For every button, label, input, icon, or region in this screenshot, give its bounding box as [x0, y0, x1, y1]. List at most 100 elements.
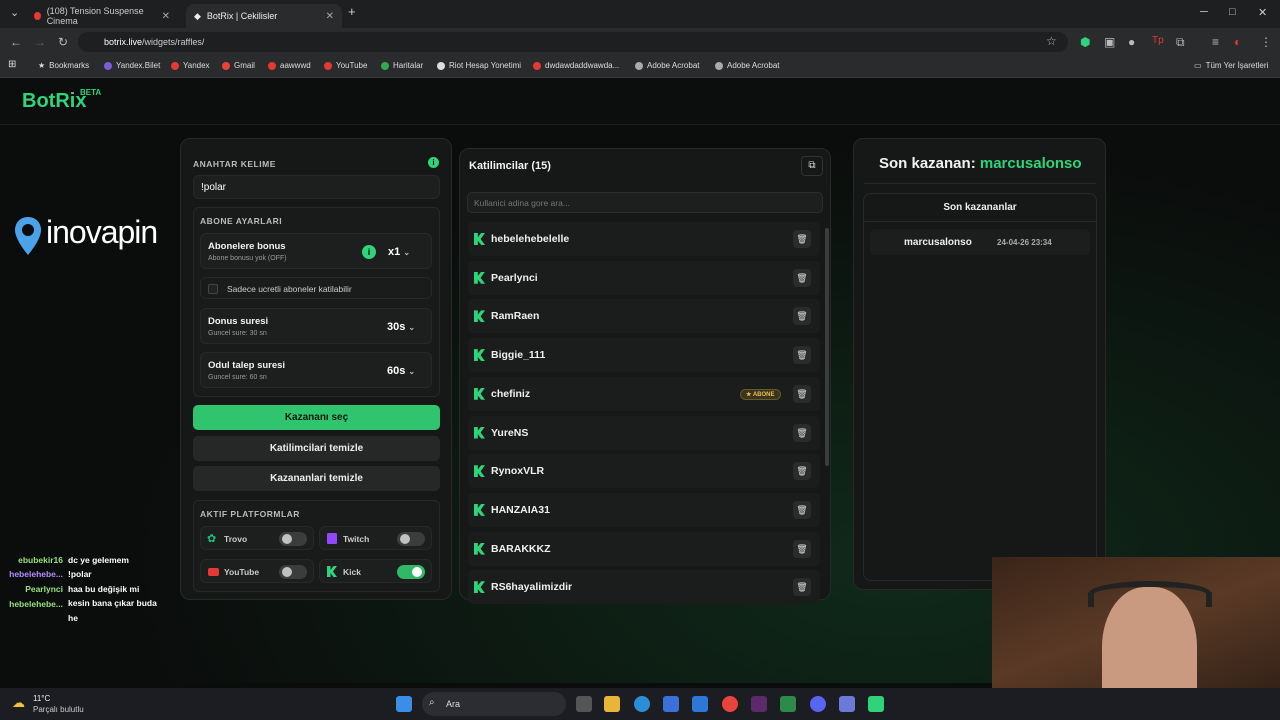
trash-icon[interactable]: 🗑 [793, 307, 811, 326]
twitch-toggle[interactable] [397, 532, 425, 546]
kick-toggle[interactable] [397, 565, 425, 579]
clear-participants-button[interactable]: Katilimcilari temizle [193, 436, 440, 461]
platform-name: Trovo [224, 534, 248, 544]
back-icon[interactable]: ← [10, 35, 22, 49]
bookmark-item[interactable]: Adobe Acrobat [715, 61, 779, 70]
sub-bonus-value: x1 [388, 246, 401, 258]
tab-list-icon[interactable]: ⌄ [10, 6, 19, 19]
trash-icon[interactable]: 🗑 [793, 423, 811, 442]
star-icon[interactable]: ☆ [1046, 34, 1057, 48]
shield-extension-icon[interactable]: ⬢ [1080, 35, 1090, 49]
trovo-icon: ✿ [207, 533, 217, 545]
apps-icon[interactable]: ⊞ [8, 59, 16, 70]
reload-icon[interactable]: ↻ [58, 35, 68, 49]
platform-youtube: YouTube [200, 559, 314, 583]
trash-icon[interactable]: 🗑 [793, 578, 811, 597]
extension-icon[interactable]: ▣ [1104, 35, 1115, 49]
winner-time: 24-04-26 23:34 [997, 238, 1052, 247]
bookmark-item[interactable]: YouTube [324, 61, 367, 70]
trovo-toggle[interactable] [279, 532, 307, 546]
trash-icon[interactable]: 🗑 [793, 268, 811, 287]
participant-row: RynoxVLR 🗑 [468, 454, 820, 489]
trash-icon[interactable]: 🗑 [793, 230, 811, 248]
participant-search-input[interactable] [467, 192, 823, 213]
bookmark-item[interactable]: Gmail [222, 61, 255, 70]
bookmark-item[interactable]: aawwwd [268, 61, 311, 70]
platform-name: YouTube [224, 567, 260, 577]
taskbar-search[interactable]: ⌕ Ara [422, 692, 566, 716]
bookmark-item[interactable]: Yandex [171, 61, 210, 70]
scrollbar[interactable] [825, 228, 829, 466]
trash-icon[interactable]: 🗑 [793, 500, 811, 519]
new-tab-icon[interactable]: + [348, 4, 356, 19]
close-icon[interactable]: ✕ [162, 11, 170, 22]
all-bookmarks[interactable]: ▭ Tüm Yer İşaretleri [1194, 61, 1268, 70]
bookmark-item[interactable]: Riot Hesap Yonetimi [437, 61, 521, 70]
app-icon[interactable] [780, 696, 796, 712]
bookmark-item[interactable]: ★ Bookmarks [38, 61, 89, 70]
app-icon[interactable] [839, 696, 855, 712]
participant-name: Biggie_111 [491, 349, 546, 362]
bookmark-item[interactable]: Adobe Acrobat [635, 61, 699, 70]
platforms-label: AKTIF PLATFORMLAR [200, 509, 300, 519]
close-window-icon[interactable]: ✕ [1258, 6, 1267, 19]
file-explorer-icon[interactable] [604, 696, 620, 712]
sub-bonus-title: Abonelere bonus [208, 241, 286, 252]
only-paid-row[interactable]: Sadece ucretli aboneler katilabilir [200, 277, 432, 299]
app-icon[interactable] [868, 696, 884, 712]
globe-icon [635, 61, 643, 70]
trash-icon[interactable]: 🗑 [793, 539, 811, 558]
url-field[interactable]: botrix.live/widgets/raffles/ [78, 32, 1068, 52]
task-view-icon[interactable] [576, 696, 592, 712]
chat-message: haa bu değişik mi [68, 584, 140, 594]
close-icon[interactable]: ✕ [326, 11, 334, 22]
profile-icon[interactable]: ◐ [1234, 35, 1241, 49]
spin-duration-card: Donus suresi Guncel sure: 30 sn 30s ⌄ [200, 308, 432, 344]
media-icon[interactable]: ≡ [1212, 35, 1219, 49]
minimize-icon[interactable]: ─ [1200, 6, 1208, 18]
info-icon[interactable]: i [362, 245, 376, 259]
store-icon[interactable] [663, 696, 679, 712]
bookmark-item[interactable]: Yandex.Bilet [104, 61, 160, 70]
participant-name: HANZAIA31 [491, 503, 550, 516]
claim-duration-select[interactable]: 60s ⌄ [387, 365, 415, 377]
sub-bonus-select[interactable]: x1 ⌄ [388, 246, 410, 258]
platform-name: Kick [343, 567, 361, 577]
trash-icon[interactable]: 🗑 [793, 384, 811, 403]
mail-icon[interactable] [692, 696, 708, 712]
participant-row: Biggie_111 🗑 [468, 338, 820, 373]
tab-botrix[interactable]: ◆ BotRix | Cekilisler ✕ [186, 4, 342, 28]
winners-list-title: Son kazananlar [943, 202, 1017, 213]
tab-label: BotRix | Cekilisler [206, 11, 278, 21]
keyword-input[interactable]: !polar [193, 175, 440, 199]
windows-start-icon[interactable] [396, 696, 412, 712]
extension-icon[interactable]: Tp [1152, 35, 1164, 46]
tab-youtube[interactable]: (108) Tension Suspense Cinema ✕ [26, 4, 178, 28]
bookmark-label: Riot Hesap Yonetimi [449, 61, 522, 70]
trash-icon[interactable]: 🗑 [793, 346, 811, 365]
maximize-icon[interactable]: □ [1229, 6, 1236, 18]
extension-icon[interactable]: ● [1128, 35, 1135, 49]
copy-icon[interactable]: ⧉ [801, 156, 823, 176]
edge-icon[interactable] [634, 696, 650, 712]
youtube-toggle[interactable] [279, 565, 307, 579]
spin-duration-select[interactable]: 30s ⌄ [387, 321, 415, 333]
puzzle-icon[interactable]: ⧉ [1176, 35, 1185, 50]
participant-name: Pearlynci [491, 271, 538, 284]
discord-icon[interactable] [810, 696, 826, 712]
keyword-value: !polar [201, 182, 227, 193]
menu-icon[interactable]: ⋮ [1260, 35, 1272, 49]
trash-icon[interactable]: 🗑 [793, 462, 811, 481]
search-icon: ⌕ [429, 697, 435, 708]
app-icon[interactable] [751, 696, 767, 712]
forward-icon[interactable]: → [34, 35, 46, 49]
chrome-icon[interactable] [722, 696, 738, 712]
bookmark-item[interactable]: Haritalar [381, 61, 423, 70]
info-icon[interactable]: i [428, 157, 439, 168]
botrix-logo[interactable]: BotRix [22, 90, 86, 113]
clear-winners-button[interactable]: Kazananlari temizle [193, 466, 440, 491]
only-paid-checkbox[interactable] [208, 284, 218, 294]
pick-winner-button[interactable]: Kazananı seç [193, 405, 440, 430]
kick-icon [327, 566, 337, 577]
bookmark-item[interactable]: dwdawdaddwawda... [533, 61, 619, 70]
